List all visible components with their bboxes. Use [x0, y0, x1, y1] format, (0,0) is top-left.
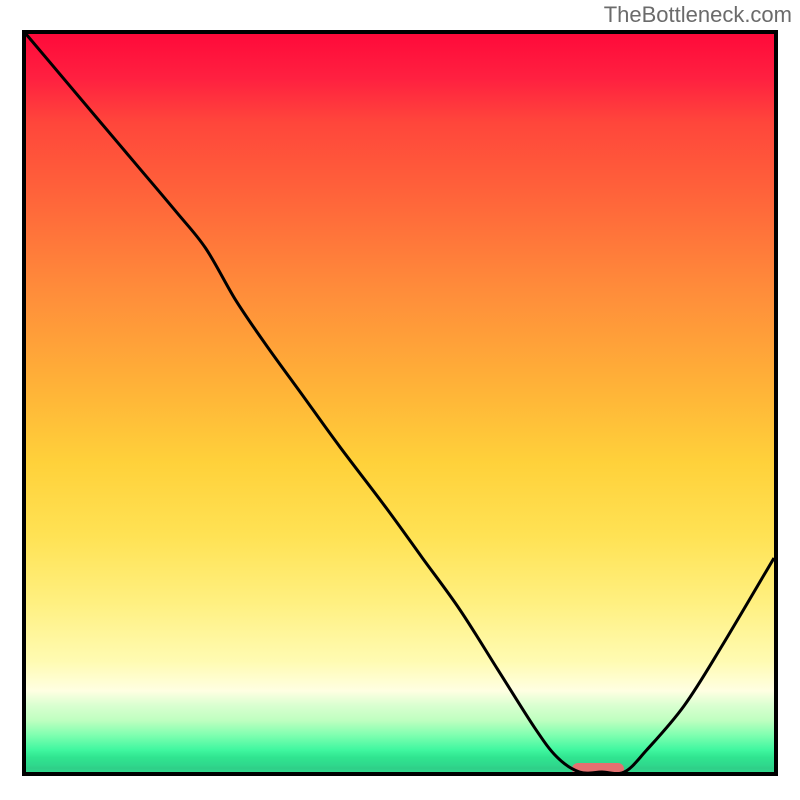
optimal-marker: [572, 763, 624, 775]
plot-area: [22, 30, 778, 776]
watermark-text: TheBottleneck.com: [604, 2, 792, 28]
chart-container: TheBottleneck.com: [0, 0, 800, 800]
gradient-background: [26, 34, 774, 772]
